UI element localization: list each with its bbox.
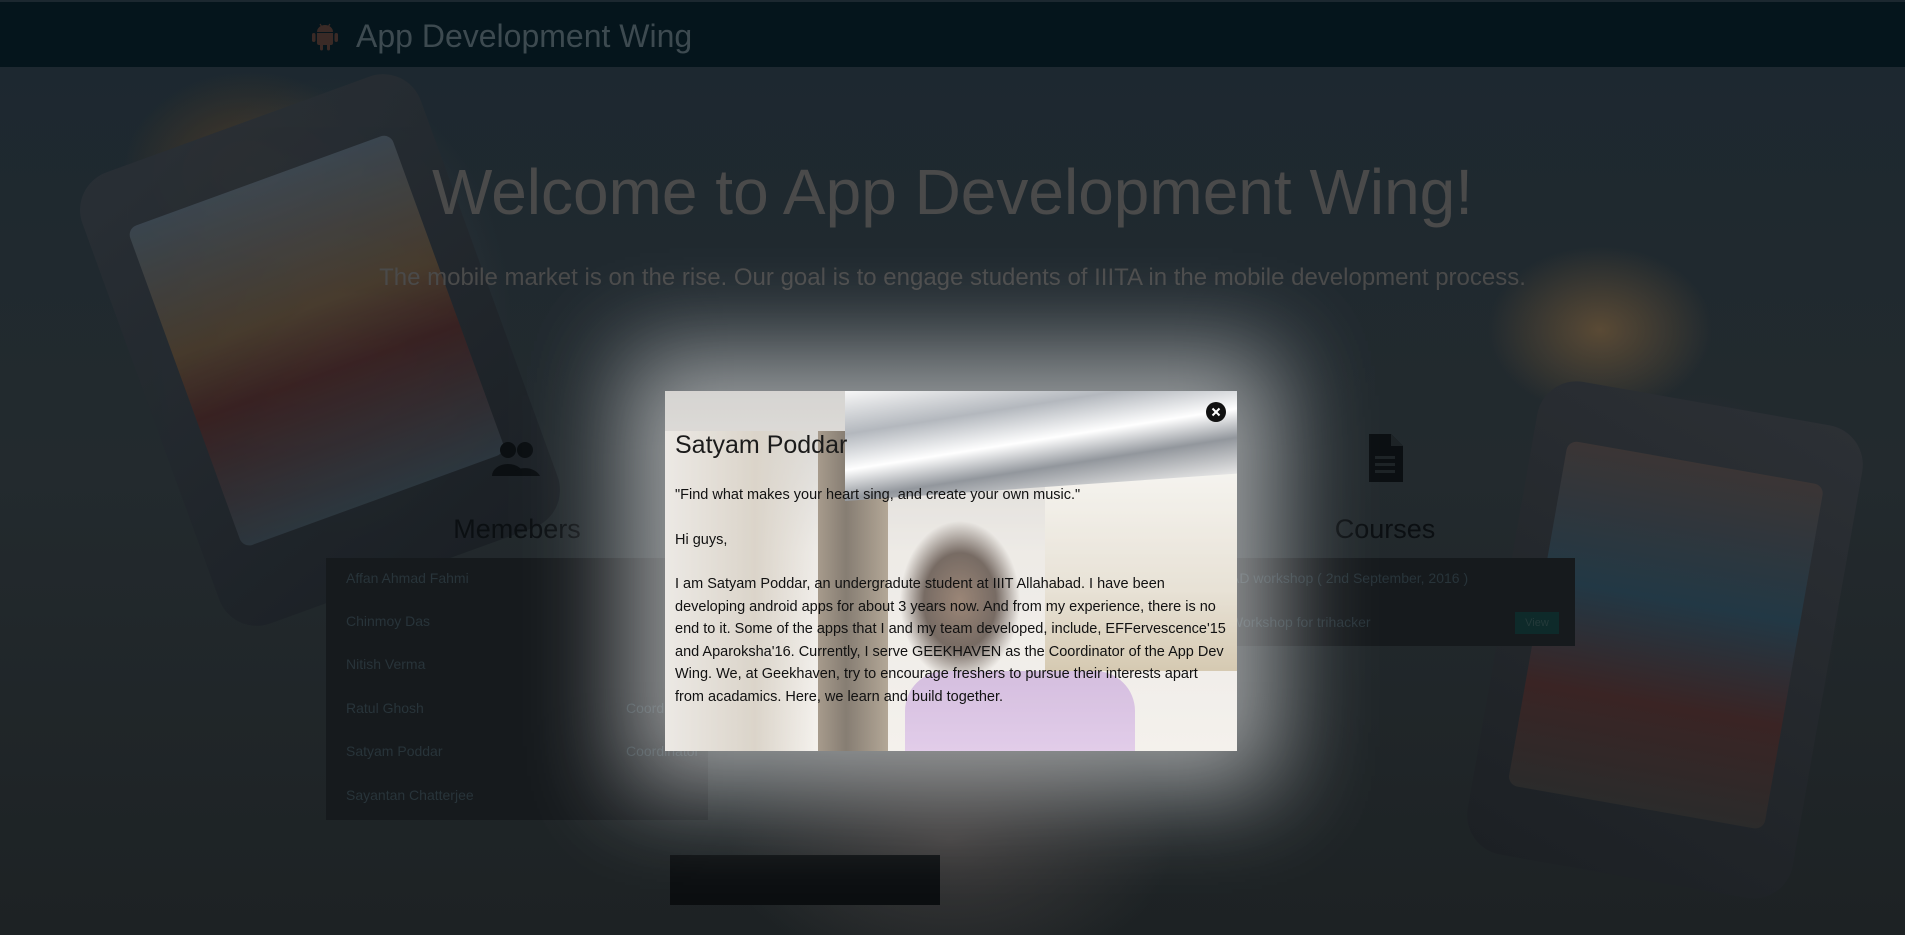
modal-body: I am Satyam Poddar, an undergradute stud… xyxy=(675,576,1226,705)
member-name: Nitish Verma xyxy=(346,656,426,672)
people-icon xyxy=(492,442,540,476)
member-name: Satyam Poddar xyxy=(346,743,443,759)
members-title: Memebers xyxy=(453,514,581,544)
modal-greeting: Hi guys, xyxy=(675,531,728,548)
android-icon xyxy=(312,23,338,51)
document-icon xyxy=(1369,434,1403,482)
member-name: Affan Ahmad Fahmi xyxy=(346,570,469,586)
close-button[interactable] xyxy=(1206,402,1226,422)
list-item[interactable]: Affan Ahmad Fahmi xyxy=(346,558,688,602)
list-item[interactable]: Workshop for trihacker xyxy=(1230,614,1371,630)
list-item[interactable]: Nitish Verma xyxy=(346,644,688,688)
modal-quote: "Find what makes your heart sing, and cr… xyxy=(675,487,1081,503)
footer-block xyxy=(670,855,940,905)
hero-title: Welcome to App Development Wing! xyxy=(431,156,1474,228)
modal-title: Satyam Poddar xyxy=(675,431,848,459)
member-modal: Satyam Poddar "Find what makes your hear… xyxy=(665,391,1237,751)
member-name: Ratul Ghosh xyxy=(346,700,424,716)
view-course-button[interactable]: View xyxy=(1515,612,1559,634)
brand-link[interactable]: App Development Wing xyxy=(310,16,692,56)
brand-title: App Development Wing xyxy=(356,17,693,54)
courses-title: Courses xyxy=(1334,514,1436,544)
list-item[interactable]: Satyam Poddar Coordinator xyxy=(346,731,699,775)
page: App Development Wing Welcome to App Deve… xyxy=(0,0,1905,935)
member-name: Sayantan Chatterjee xyxy=(346,787,474,803)
list-item[interactable]: Chinmoy Das xyxy=(346,601,688,645)
list-item[interactable]: AD workshop ( 2nd September, 2016 ) xyxy=(1230,570,1468,586)
hero-subtitle: The mobile market is on the rise. Our go… xyxy=(379,264,1526,291)
close-icon xyxy=(1211,407,1221,417)
member-name: Chinmoy Das xyxy=(346,613,431,629)
members-list: Affan Ahmad Fahmi Chinmoy Das Nitish Ver… xyxy=(326,558,708,820)
navbar: App Development Wing xyxy=(0,2,1905,67)
modal-content: Satyam Poddar "Find what makes your hear… xyxy=(675,431,1227,730)
list-item[interactable]: Ratul Ghosh Coordinator xyxy=(346,688,699,732)
list-item[interactable]: Sayantan Chatterjee xyxy=(346,775,688,819)
